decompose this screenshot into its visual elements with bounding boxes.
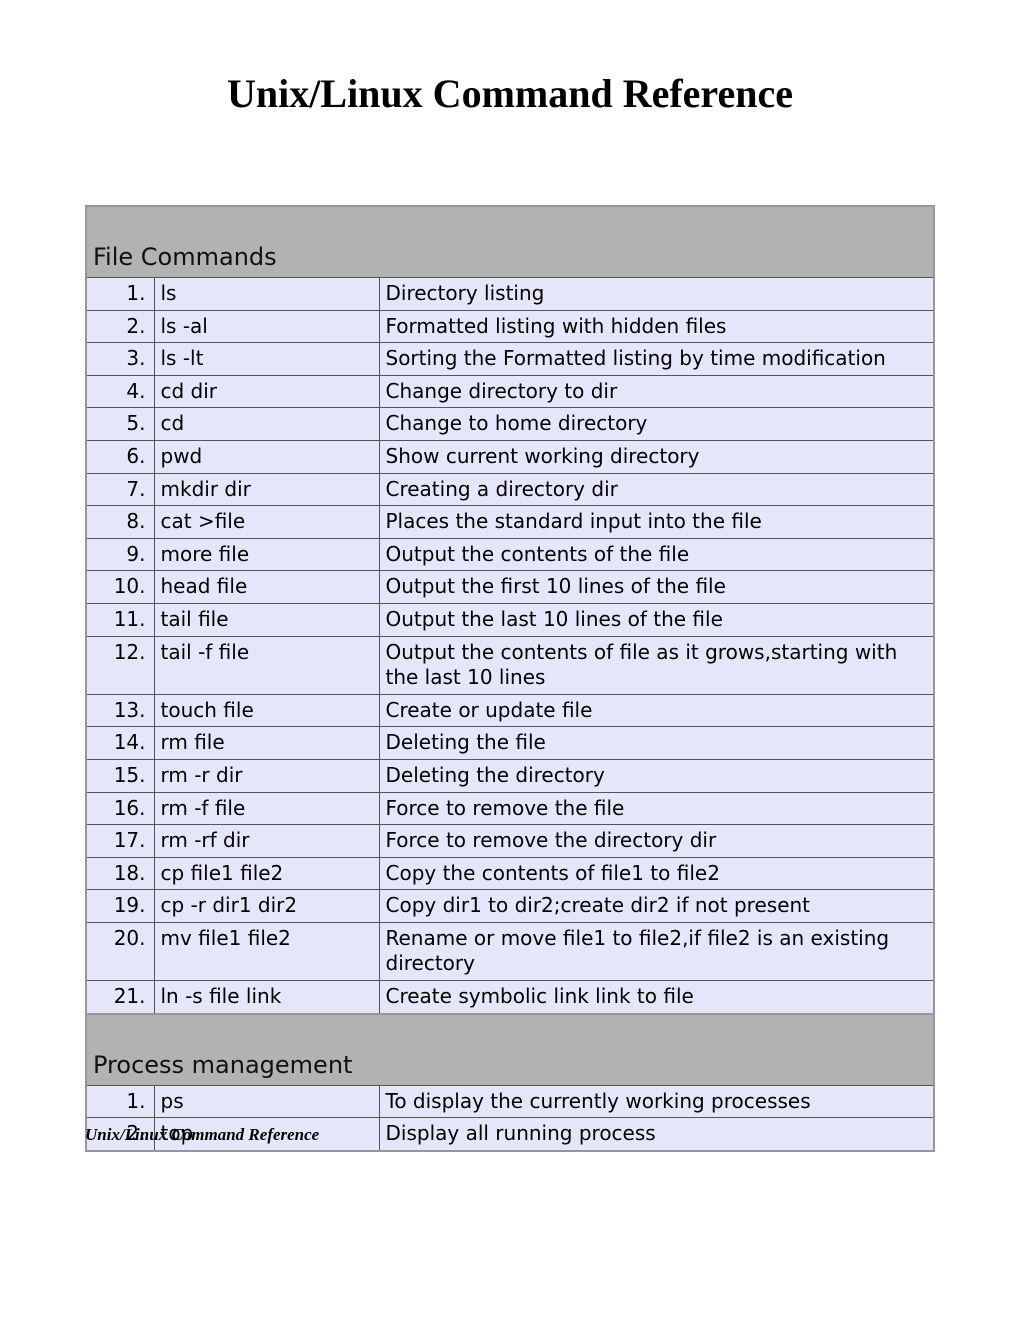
command-cell: touch file: [154, 694, 379, 727]
description-cell: Output the first 10 lines of the file: [379, 571, 934, 604]
command-cell: cp file1 file2: [154, 857, 379, 890]
description-cell: To display the currently working process…: [379, 1085, 934, 1118]
command-cell: tail file: [154, 603, 379, 636]
row-number: 9.: [86, 538, 154, 571]
command-cell: cd: [154, 408, 379, 441]
table-row: 2.ls -alFormatted listing with hidden fi…: [86, 310, 934, 343]
command-cell: rm -f file: [154, 792, 379, 825]
row-number: 13.: [86, 694, 154, 727]
table-row: 1.psTo display the currently working pro…: [86, 1085, 934, 1118]
command-cell: rm -rf dir: [154, 825, 379, 858]
command-reference-table: File Commands1.lsDirectory listing2.ls -…: [85, 205, 935, 1152]
table-row: 14.rm fileDeleting the file: [86, 727, 934, 760]
description-cell: Output the contents of file as it grows,…: [379, 636, 934, 694]
row-number: 5.: [86, 408, 154, 441]
row-number: 1.: [86, 278, 154, 311]
description-cell: Change directory to dir: [379, 375, 934, 408]
table-row: 17.rm -rf dirForce to remove the directo…: [86, 825, 934, 858]
command-cell: mv file1 file2: [154, 922, 379, 980]
description-cell: Deleting the directory: [379, 759, 934, 792]
description-cell: Copy the contents of file1 to file2: [379, 857, 934, 890]
table-row: 21.ln -s file linkCreate symbolic link l…: [86, 981, 934, 1014]
table-row: 11.tail fileOutput the last 10 lines of …: [86, 603, 934, 636]
row-number: 17.: [86, 825, 154, 858]
row-number: 15.: [86, 759, 154, 792]
description-cell: Create or update file: [379, 694, 934, 727]
row-number: 8.: [86, 506, 154, 539]
table-row: 18.cp file1 file2Copy the contents of fi…: [86, 857, 934, 890]
row-number: 6.: [86, 440, 154, 473]
description-cell: Copy dir1 to dir2;create dir2 if not pre…: [379, 890, 934, 923]
table-row: 5.cdChange to home directory: [86, 408, 934, 441]
row-number: 18.: [86, 857, 154, 890]
table-row: 9.more fileOutput the contents of the fi…: [86, 538, 934, 571]
table-row: 8.cat >filePlaces the standard input int…: [86, 506, 934, 539]
table-row: 10.head fileOutput the first 10 lines of…: [86, 571, 934, 604]
description-cell: Places the standard input into the file: [379, 506, 934, 539]
description-cell: Show current working directory: [379, 440, 934, 473]
section-heading: Process management: [86, 1014, 934, 1086]
description-cell: Deleting the file: [379, 727, 934, 760]
command-cell: tail -f file: [154, 636, 379, 694]
description-cell: Create symbolic link link to file: [379, 981, 934, 1014]
command-cell: cat >file: [154, 506, 379, 539]
description-cell: Directory listing: [379, 278, 934, 311]
table-row: 3.ls -ltSorting the Formatted listing by…: [86, 343, 934, 376]
description-cell: Display all running process: [379, 1118, 934, 1151]
command-cell: ps: [154, 1085, 379, 1118]
command-cell: rm file: [154, 727, 379, 760]
command-cell: more file: [154, 538, 379, 571]
row-number: 12.: [86, 636, 154, 694]
description-cell: Force to remove the file: [379, 792, 934, 825]
table-row: 15.rm -r dirDeleting the directory: [86, 759, 934, 792]
command-cell: ls: [154, 278, 379, 311]
description-cell: Output the last 10 lines of the file: [379, 603, 934, 636]
row-number: 16.: [86, 792, 154, 825]
row-number: 1.: [86, 1085, 154, 1118]
page-title: Unix/Linux Command Reference: [85, 70, 935, 117]
row-number: 4.: [86, 375, 154, 408]
command-cell: head file: [154, 571, 379, 604]
description-cell: Rename or move file1 to file2,if file2 i…: [379, 922, 934, 980]
row-number: 10.: [86, 571, 154, 604]
command-cell: pwd: [154, 440, 379, 473]
description-cell: Creating a directory dir: [379, 473, 934, 506]
command-cell: ls -lt: [154, 343, 379, 376]
table-row: 19.cp -r dir1 dir2Copy dir1 to dir2;crea…: [86, 890, 934, 923]
section-heading: File Commands: [86, 206, 934, 278]
table-row: 13.touch fileCreate or update file: [86, 694, 934, 727]
row-number: 11.: [86, 603, 154, 636]
table-row: 6.pwdShow current working directory: [86, 440, 934, 473]
table-row: 4.cd dirChange directory to dir: [86, 375, 934, 408]
description-cell: Change to home directory: [379, 408, 934, 441]
description-cell: Formatted listing with hidden files: [379, 310, 934, 343]
table-row: 16.rm -f fileForce to remove the file: [86, 792, 934, 825]
description-cell: Force to remove the directory dir: [379, 825, 934, 858]
description-cell: Sorting the Formatted listing by time mo…: [379, 343, 934, 376]
row-number: 7.: [86, 473, 154, 506]
table-row: 12.tail -f fileOutput the contents of fi…: [86, 636, 934, 694]
row-number: 20.: [86, 922, 154, 980]
command-cell: mkdir dir: [154, 473, 379, 506]
row-number: 21.: [86, 981, 154, 1014]
row-number: 2.: [86, 310, 154, 343]
command-cell: ln -s file link: [154, 981, 379, 1014]
table-row: 7.mkdir dirCreating a directory dir: [86, 473, 934, 506]
command-cell: ls -al: [154, 310, 379, 343]
row-number: 14.: [86, 727, 154, 760]
command-cell: cd dir: [154, 375, 379, 408]
page-footer: Unix/Linux Command Reference: [85, 1125, 319, 1145]
table-row: 20.mv file1 file2Rename or move file1 to…: [86, 922, 934, 980]
description-cell: Output the contents of the file: [379, 538, 934, 571]
table-row: 1.lsDirectory listing: [86, 278, 934, 311]
command-cell: cp -r dir1 dir2: [154, 890, 379, 923]
row-number: 3.: [86, 343, 154, 376]
command-cell: rm -r dir: [154, 759, 379, 792]
row-number: 19.: [86, 890, 154, 923]
